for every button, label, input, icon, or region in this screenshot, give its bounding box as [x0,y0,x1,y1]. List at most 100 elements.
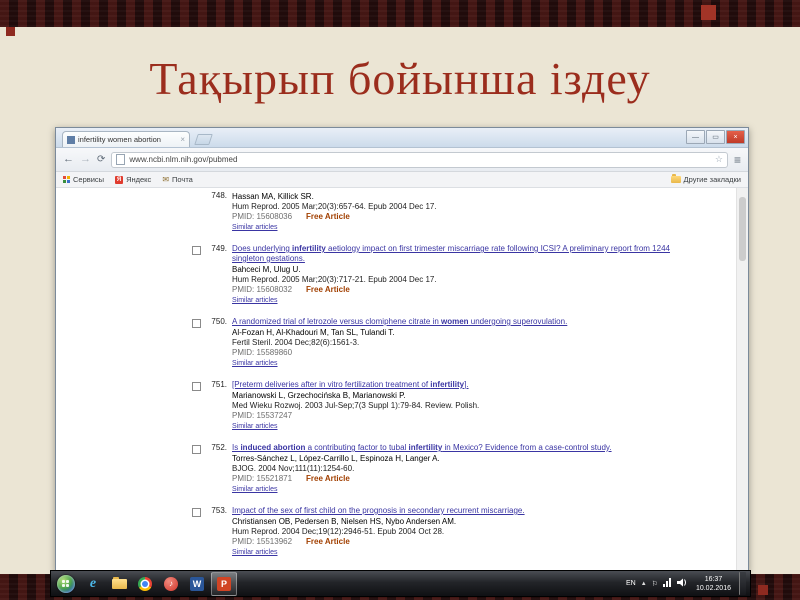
bookmark-services[interactable]: Сервисы [63,175,104,184]
result-title-link[interactable]: A randomized trial of letrozole versus c… [232,317,684,327]
result-pmid: PMID: 15589860 [232,348,293,357]
similar-articles-link[interactable]: Similar articles [232,548,278,558]
result-pmid-line: PMID: 15537247 [232,411,684,421]
show-desktop-button[interactable] [739,572,746,595]
result-number: 751. [211,380,227,389]
close-button[interactable]: × [726,130,745,144]
new-tab-button[interactable] [194,134,213,145]
taskbar: e ♪ W P EN ▲ ⚐ 16:37 10.02.2016 [50,570,751,597]
taskbar-clock[interactable]: 16:37 10.02.2016 [696,575,731,593]
result-checkbox[interactable] [192,508,201,517]
result-body: A randomized trial of letrozole versus c… [232,317,684,369]
taskbar-explorer-icon[interactable] [107,573,131,595]
apps-grid-icon [63,176,70,183]
result-title-text: women [441,317,469,326]
taskbar-powerpoint-icon[interactable]: P [211,571,237,596]
browser-titlebar: infertility women abortion × — ▭ × [56,128,748,148]
bookmark-label: Сервисы [73,175,105,184]
network-icon[interactable] [662,578,672,589]
result-title-text: undergoing superovulation. [468,317,568,326]
back-icon[interactable]: ← [63,154,74,165]
result-body: Impact of the sex of first child on the … [232,506,684,558]
result-body: Hassan MA, Killick SR. Hum Reprod. 2005 M… [232,191,684,233]
result-number: 748. [211,191,227,200]
slide: Тақырып бойынша іздеу infertility women … [0,0,800,600]
result-authors: Hassan MA, Killick SR. [232,192,314,201]
windows-flag-icon [62,579,70,588]
tray-expand-icon[interactable]: ▲ [641,581,647,587]
slide-title: Тақырып бойынша іздеу [149,53,651,104]
result-pmid: PMID: 15608032 [232,285,293,294]
mail-icon: ✉ [162,174,170,184]
result-title-link[interactable]: Is induced abortion a contributing facto… [232,443,684,453]
result-title-text: [Preterm deliveries after in vitro ferti… [232,380,431,389]
result-checkbox[interactable] [192,246,201,255]
result-authors: Bahceci M, Ulug U. [232,265,301,274]
result-title-text: infertility [292,244,326,253]
taskbar-chrome-icon[interactable] [133,573,157,595]
volume-icon[interactable] [676,578,688,589]
clock-time: 16:37 [704,575,723,583]
similar-articles-link[interactable]: Similar articles [232,485,278,495]
result-title-link[interactable]: Does underlying infertility aetiology im… [232,244,684,264]
result-authors: Marianowski L, Grzechocińska B, Marianow… [232,391,406,400]
bookmark-yandex[interactable]: Я Яндекс [115,175,151,184]
start-button[interactable] [57,574,75,593]
taskbar-ie-icon[interactable]: e [81,573,105,595]
result-journal: Hum Reprod. 2004 Dec;19(12):2946-51. Epu… [232,527,445,536]
result-title-link[interactable]: Impact of the sex of first child on the … [232,506,684,516]
result-checkbox[interactable] [192,382,201,391]
reload-icon[interactable]: ⟳ [97,154,105,165]
result-item: 749. Does underlying infertility aetiolog… [192,244,684,306]
window-controls: — ▭ × [686,130,745,144]
result-title-text: A randomized trial of letrozole versus c… [232,317,441,326]
free-article-label: Free Article [306,474,350,483]
other-bookmarks[interactable]: Другие закладки [670,174,741,184]
maximize-button[interactable]: ▭ [706,130,725,144]
bookmark-star-icon[interactable]: ☆ [715,154,723,165]
bookmark-mail[interactable]: ✉ Почта [162,175,193,184]
minimize-button[interactable]: — [686,130,705,144]
result-checkbox[interactable] [192,445,201,454]
similar-articles-link[interactable]: Similar articles [232,296,278,306]
taskbar-word-icon[interactable]: W [185,573,209,595]
folder-icon [670,174,681,183]
result-title-link[interactable]: [Preterm deliveries after in vitro ferti… [232,380,684,390]
menu-icon[interactable]: ≡ [734,154,741,166]
action-center-icon[interactable]: ⚐ [652,580,658,588]
page-icon [116,154,126,165]
forward-icon[interactable]: → [80,154,91,165]
slide-accent-square-left [6,27,15,36]
system-tray: EN ▲ ⚐ 16:37 10.02.2016 [626,572,748,595]
taskbar-media-player-icon[interactable]: ♪ [159,573,183,595]
result-item: 753. Impact of the sex of first child on … [192,506,684,558]
result-pmid: PMID: 15513962 [232,537,293,546]
browser-navbar: ← → ⟳ www.ncbi.nlm.nih.gov/pubmed ☆ ≡ [56,148,748,172]
result-journal: BJOG. 2004 Nov;111(11):1254-60. [232,464,355,473]
tab-close-icon[interactable]: × [180,135,185,144]
result-body: Is induced abortion a contributing facto… [232,443,684,495]
free-article-label: Free Article [306,285,350,294]
result-pmid-line: PMID: 15521871 Free Article [232,474,684,484]
result-title-text: infertility [430,380,465,389]
slide-accent-square-bottom [758,585,768,595]
bookmark-label: Яндекс [126,175,152,184]
address-bar[interactable]: www.ncbi.nlm.nih.gov/pubmed ☆ [111,151,728,168]
slide-border-top [0,0,800,27]
tab-favicon-icon [67,135,75,144]
tab-title: infertility women abortion [78,135,161,144]
result-title-text: in Mexico? Evidence from a case-control … [442,443,612,452]
scrollbar[interactable] [736,188,748,572]
scrollbar-thumb[interactable] [739,197,746,261]
language-indicator[interactable]: EN [626,580,636,587]
result-checkbox[interactable] [192,319,201,328]
similar-articles-link[interactable]: Similar articles [232,359,278,369]
result-authors: Torres-Sánchez L, López-Carrillo L, Espi… [232,454,440,463]
result-item: 748. Hassan MA, Killick SR. Hum Reprod. 20… [192,191,684,233]
browser-tab[interactable]: infertility women abortion × [62,131,190,147]
result-number: 750. [211,317,227,326]
result-title-text: Impact of the sex of first child on the … [232,506,525,515]
similar-articles-link[interactable]: Similar articles [232,223,278,233]
result-item: 752. Is induced abortion a contributing f… [192,443,684,495]
similar-articles-link[interactable]: Similar articles [232,422,278,432]
